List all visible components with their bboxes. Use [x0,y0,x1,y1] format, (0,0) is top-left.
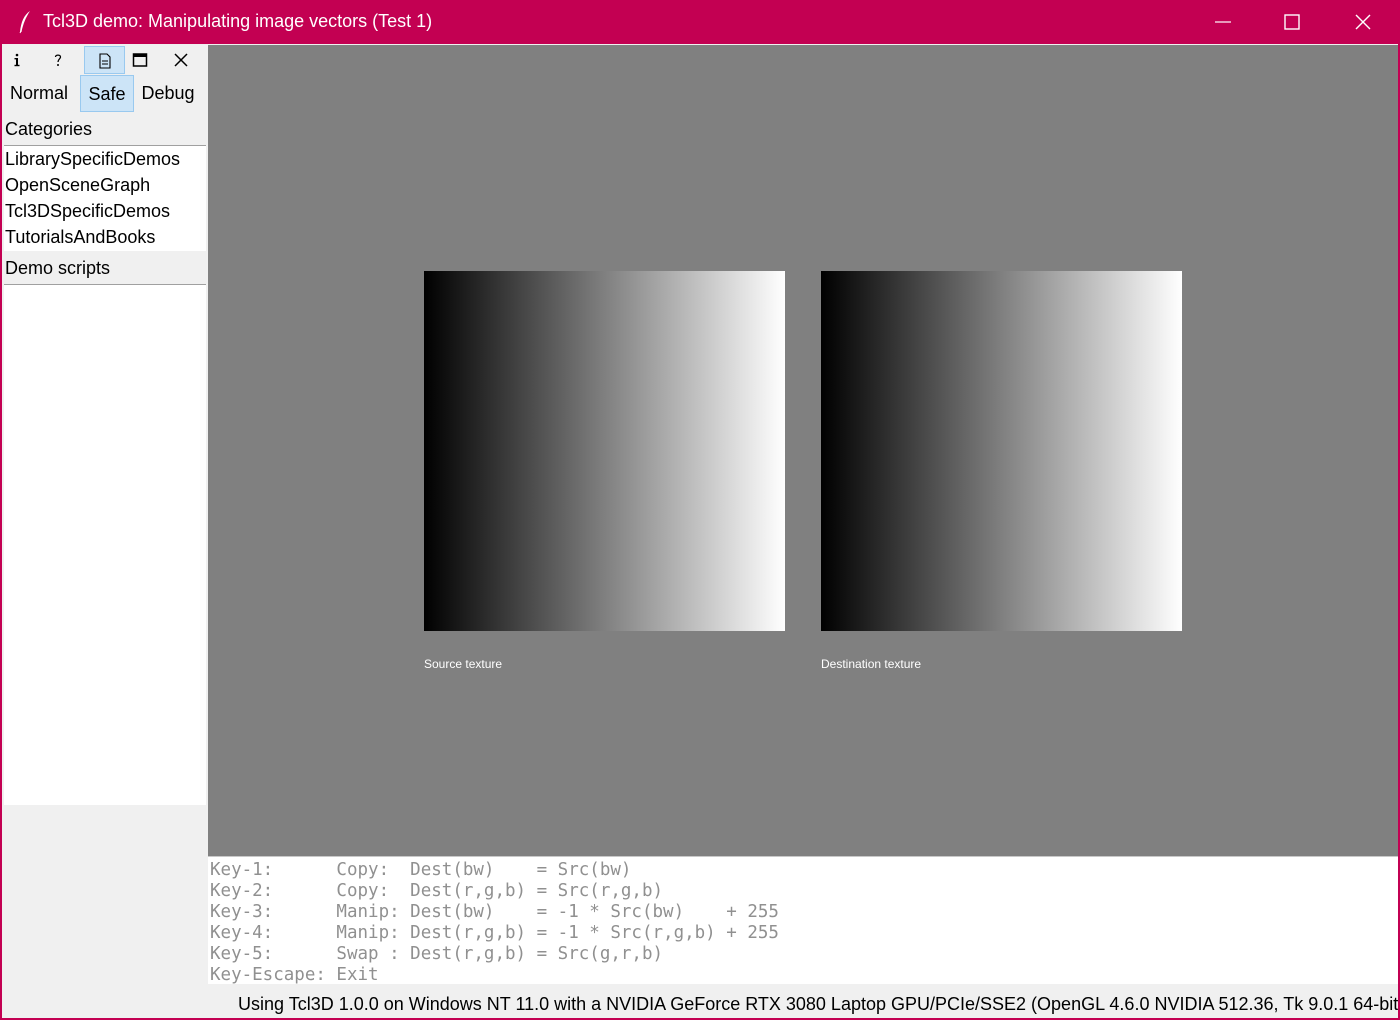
info-button[interactable] [2,46,36,74]
help-line-1: Key-1: Copy: Dest(bw) = Src(bw) [210,860,632,880]
help-line-4: Key-4: Manip: Dest(r,g,b) = -1 * Src(r,g… [210,923,779,943]
document-icon [98,53,111,69]
source-texture-caption: Source texture [424,657,503,671]
help-icon [54,54,62,66]
categories-label: Categories [5,119,93,139]
title-bar[interactable]: Tcl3D demo: Manipulating image vectors (… [0,0,1400,44]
maximize-button[interactable] [1262,0,1322,44]
minimize-icon [1215,21,1231,23]
window-button[interactable] [121,46,159,74]
gl-canvas[interactable]: Source texture Destination texture [208,45,1398,856]
exit-button[interactable] [162,46,200,74]
status-bar: Using Tcl3D 1.0.0 on Windows NT 11.0 wit… [238,994,1398,1014]
maximize-icon [1284,14,1300,30]
window-icon [132,53,148,67]
key-help-text[interactable]: Key-1: Copy: Dest(bw) = Src(bw) Key-2: C… [208,856,1398,984]
mode-debug-button[interactable]: Debug [136,75,200,112]
destination-texture-caption: Destination texture [821,657,922,671]
close-icon [174,53,188,67]
list-item[interactable]: LibrarySpecificDemos [4,146,206,172]
help-line-5: Key-5: Swap : Dest(r,g,b) = Src(g,r,b) [210,944,664,964]
document-button[interactable] [84,46,125,74]
source-texture [424,271,785,631]
list-item[interactable]: OpenSceneGraph [4,172,206,198]
help-line-2: Key-2: Copy: Dest(r,g,b) = Src(r,g,b) [210,881,664,901]
mode-safe-button[interactable]: Safe [80,75,134,112]
help-line-3: Key-3: Manip: Dest(bw) = -1 * Src(bw) + … [210,902,779,922]
destination-texture [821,271,1182,631]
info-icon [14,53,20,67]
client-area: Normal Safe Debug Categories LibrarySpec… [2,44,1398,1018]
demo-scripts-label: Demo scripts [5,258,111,278]
close-window-button[interactable] [1333,0,1393,44]
feather-icon [18,10,32,34]
minimize-button[interactable] [1193,0,1253,44]
close-icon [1355,14,1371,30]
list-item[interactable]: Tcl3DSpecificDemos [4,198,206,224]
list-item[interactable]: TutorialsAndBooks [4,224,206,250]
mode-normal-button[interactable]: Normal [3,75,75,112]
help-line-6: Key-Escape: Exit [210,965,379,984]
demo-scripts-list[interactable] [4,284,206,805]
categories-list[interactable]: LibrarySpecificDemos OpenSceneGraph Tcl3… [4,145,206,251]
window-title: Tcl3D demo: Manipulating image vectors (… [43,11,433,31]
help-button[interactable] [39,46,77,74]
